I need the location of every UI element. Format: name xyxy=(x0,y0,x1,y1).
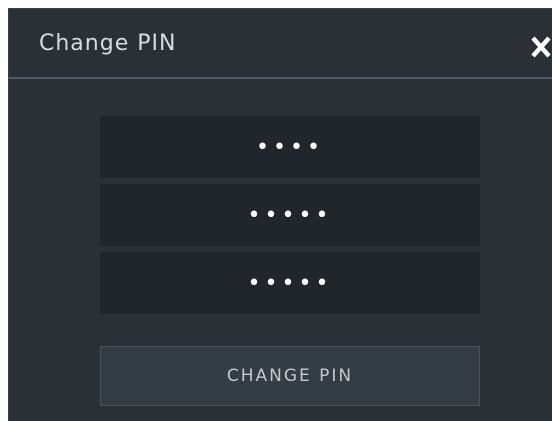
close-icon[interactable] xyxy=(530,35,552,61)
pin-fields xyxy=(100,116,480,314)
current-pin-field[interactable] xyxy=(100,116,480,178)
confirm-pin-field[interactable] xyxy=(100,252,480,314)
change-pin-button[interactable]: CHANGE PIN xyxy=(100,346,480,406)
dialog-header: Change PIN xyxy=(9,9,552,79)
new-pin-field[interactable] xyxy=(100,184,480,246)
dialog-title: Change PIN xyxy=(39,31,177,56)
change-pin-dialog: Change PIN CHANGE PIN xyxy=(8,8,552,421)
